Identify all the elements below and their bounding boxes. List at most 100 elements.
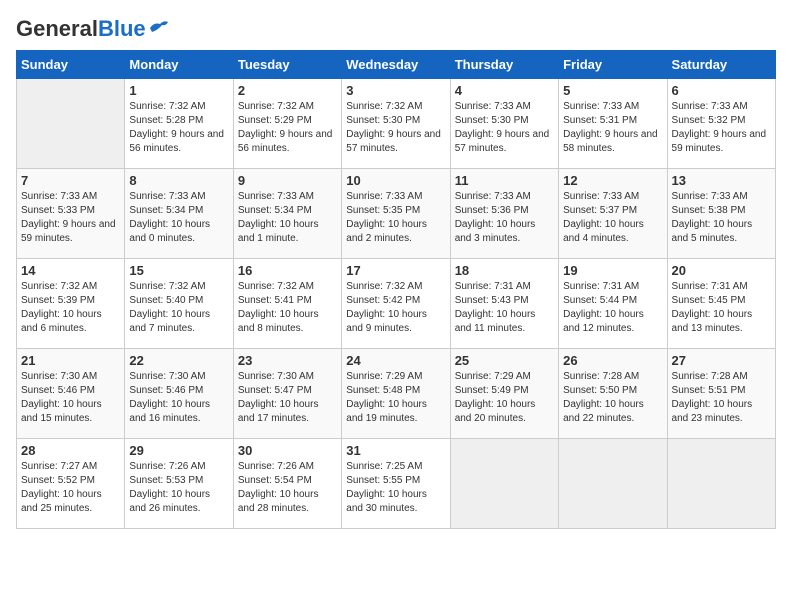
day-info: Sunrise: 7:31 AM Sunset: 5:43 PM Dayligh…	[455, 280, 554, 336]
day-info: Sunrise: 7:31 AM Sunset: 5:44 PM Dayligh…	[563, 280, 662, 336]
day-cell: 19 Sunrise: 7:31 AM Sunset: 5:44 PM Dayli…	[559, 259, 667, 349]
day-number: 19	[563, 263, 662, 278]
day-cell: 5 Sunrise: 7:33 AM Sunset: 5:31 PM Daylig…	[559, 79, 667, 169]
day-number: 20	[672, 263, 771, 278]
column-header-sunday: Sunday	[17, 51, 125, 79]
column-header-tuesday: Tuesday	[233, 51, 341, 79]
day-number: 28	[21, 443, 120, 458]
week-row-4: 21 Sunrise: 7:30 AM Sunset: 5:46 PM Dayli…	[17, 349, 776, 439]
day-cell: 28Sunrise: 7:27 AM Sunset: 5:52 PM Dayli…	[17, 439, 125, 529]
week-row-1: 1 Sunrise: 7:32 AM Sunset: 5:28 PM Daylig…	[17, 79, 776, 169]
day-info: Sunrise: 7:28 AM Sunset: 5:51 PM Dayligh…	[672, 370, 771, 426]
day-cell: 16 Sunrise: 7:32 AM Sunset: 5:41 PM Dayli…	[233, 259, 341, 349]
day-info: Sunrise: 7:32 AM Sunset: 5:39 PM Dayligh…	[21, 280, 120, 336]
day-cell: 30 Sunrise: 7:26 AM Sunset: 5:54 PM Dayli…	[233, 439, 341, 529]
day-cell: 26 Sunrise: 7:28 AM Sunset: 5:50 PM Dayli…	[559, 349, 667, 439]
day-info: Sunrise: 7:33 AM Sunset: 5:37 PM Dayligh…	[563, 190, 662, 246]
day-number: 3	[346, 83, 445, 98]
day-cell: 1 Sunrise: 7:32 AM Sunset: 5:28 PM Daylig…	[125, 79, 233, 169]
day-number: 14	[21, 263, 120, 278]
day-number: 25	[455, 353, 554, 368]
day-cell: 17 Sunrise: 7:32 AM Sunset: 5:42 PM Dayli…	[342, 259, 450, 349]
day-info: Sunrise: 7:28 AM Sunset: 5:50 PM Dayligh…	[563, 370, 662, 426]
day-info: Sunrise: 7:33 AM Sunset: 5:38 PM Dayligh…	[672, 190, 771, 246]
day-info: Sunrise: 7:30 AM Sunset: 5:46 PM Dayligh…	[21, 370, 120, 426]
day-number: 8	[129, 173, 228, 188]
day-cell: 18 Sunrise: 7:31 AM Sunset: 5:43 PM Dayli…	[450, 259, 558, 349]
logo-bird-icon	[148, 18, 170, 36]
day-info: Sunrise: 7:29 AM Sunset: 5:48 PM Dayligh…	[346, 370, 445, 426]
day-info: Sunrise: 7:33 AM Sunset: 5:35 PM Dayligh…	[346, 190, 445, 246]
day-cell: 25 Sunrise: 7:29 AM Sunset: 5:49 PM Dayli…	[450, 349, 558, 439]
day-info: Sunrise: 7:26 AM Sunset: 5:53 PM Dayligh…	[129, 460, 228, 516]
day-number: 26	[563, 353, 662, 368]
day-info: Sunrise: 7:26 AM Sunset: 5:54 PM Dayligh…	[238, 460, 337, 516]
day-number: 22	[129, 353, 228, 368]
day-number: 17	[346, 263, 445, 278]
day-cell: 23 Sunrise: 7:30 AM Sunset: 5:47 PM Dayli…	[233, 349, 341, 439]
logo: GeneralBlue	[16, 16, 170, 42]
day-number: 7	[21, 173, 120, 188]
day-info: Sunrise: 7:33 AM Sunset: 5:36 PM Dayligh…	[455, 190, 554, 246]
logo-text: GeneralBlue	[16, 16, 146, 42]
day-cell	[17, 79, 125, 169]
day-cell: 10Sunrise: 7:33 AM Sunset: 5:35 PM Dayli…	[342, 169, 450, 259]
calendar-header-row: SundayMondayTuesdayWednesdayThursdayFrid…	[17, 51, 776, 79]
day-number: 29	[129, 443, 228, 458]
page-header: GeneralBlue	[16, 16, 776, 42]
column-header-thursday: Thursday	[450, 51, 558, 79]
day-info: Sunrise: 7:32 AM Sunset: 5:29 PM Dayligh…	[238, 100, 337, 156]
day-cell: 3 Sunrise: 7:32 AM Sunset: 5:30 PM Daylig…	[342, 79, 450, 169]
day-number: 31	[346, 443, 445, 458]
day-cell	[450, 439, 558, 529]
column-header-saturday: Saturday	[667, 51, 775, 79]
day-cell: 4 Sunrise: 7:33 AM Sunset: 5:30 PM Daylig…	[450, 79, 558, 169]
day-cell: 7 Sunrise: 7:33 AM Sunset: 5:33 PM Daylig…	[17, 169, 125, 259]
column-header-friday: Friday	[559, 51, 667, 79]
column-header-monday: Monday	[125, 51, 233, 79]
day-cell: 21 Sunrise: 7:30 AM Sunset: 5:46 PM Dayli…	[17, 349, 125, 439]
day-cell	[667, 439, 775, 529]
day-info: Sunrise: 7:32 AM Sunset: 5:40 PM Dayligh…	[129, 280, 228, 336]
day-number: 24	[346, 353, 445, 368]
day-cell: 12 Sunrise: 7:33 AM Sunset: 5:37 PM Dayli…	[559, 169, 667, 259]
day-info: Sunrise: 7:30 AM Sunset: 5:46 PM Dayligh…	[129, 370, 228, 426]
day-cell: 11Sunrise: 7:33 AM Sunset: 5:36 PM Dayli…	[450, 169, 558, 259]
day-number: 12	[563, 173, 662, 188]
day-info: Sunrise: 7:25 AM Sunset: 5:55 PM Dayligh…	[346, 460, 445, 516]
day-cell: 20Sunrise: 7:31 AM Sunset: 5:45 PM Dayli…	[667, 259, 775, 349]
day-cell	[559, 439, 667, 529]
day-info: Sunrise: 7:29 AM Sunset: 5:49 PM Dayligh…	[455, 370, 554, 426]
day-number: 4	[455, 83, 554, 98]
day-number: 27	[672, 353, 771, 368]
day-number: 15	[129, 263, 228, 278]
day-cell: 29 Sunrise: 7:26 AM Sunset: 5:53 PM Dayli…	[125, 439, 233, 529]
day-number: 13	[672, 173, 771, 188]
day-info: Sunrise: 7:33 AM Sunset: 5:30 PM Dayligh…	[455, 100, 554, 156]
day-number: 23	[238, 353, 337, 368]
day-number: 21	[21, 353, 120, 368]
day-cell: 6Sunrise: 7:33 AM Sunset: 5:32 PM Daylig…	[667, 79, 775, 169]
day-cell: 15 Sunrise: 7:32 AM Sunset: 5:40 PM Dayli…	[125, 259, 233, 349]
week-row-2: 7 Sunrise: 7:33 AM Sunset: 5:33 PM Daylig…	[17, 169, 776, 259]
day-number: 30	[238, 443, 337, 458]
day-cell: 22 Sunrise: 7:30 AM Sunset: 5:46 PM Dayli…	[125, 349, 233, 439]
day-number: 1	[129, 83, 228, 98]
day-cell: 27 Sunrise: 7:28 AM Sunset: 5:51 PM Dayli…	[667, 349, 775, 439]
week-row-3: 14 Sunrise: 7:32 AM Sunset: 5:39 PM Dayli…	[17, 259, 776, 349]
day-number: 16	[238, 263, 337, 278]
day-info: Sunrise: 7:33 AM Sunset: 5:31 PM Dayligh…	[563, 100, 662, 156]
day-info: Sunrise: 7:33 AM Sunset: 5:34 PM Dayligh…	[129, 190, 228, 246]
week-row-5: 28Sunrise: 7:27 AM Sunset: 5:52 PM Dayli…	[17, 439, 776, 529]
day-info: Sunrise: 7:32 AM Sunset: 5:41 PM Dayligh…	[238, 280, 337, 336]
day-info: Sunrise: 7:32 AM Sunset: 5:30 PM Dayligh…	[346, 100, 445, 156]
day-number: 2	[238, 83, 337, 98]
day-number: 18	[455, 263, 554, 278]
day-number: 5	[563, 83, 662, 98]
day-info: Sunrise: 7:33 AM Sunset: 5:34 PM Dayligh…	[238, 190, 337, 246]
day-info: Sunrise: 7:30 AM Sunset: 5:47 PM Dayligh…	[238, 370, 337, 426]
day-info: Sunrise: 7:32 AM Sunset: 5:28 PM Dayligh…	[129, 100, 228, 156]
day-info: Sunrise: 7:33 AM Sunset: 5:33 PM Dayligh…	[21, 190, 120, 246]
day-info: Sunrise: 7:32 AM Sunset: 5:42 PM Dayligh…	[346, 280, 445, 336]
column-header-wednesday: Wednesday	[342, 51, 450, 79]
